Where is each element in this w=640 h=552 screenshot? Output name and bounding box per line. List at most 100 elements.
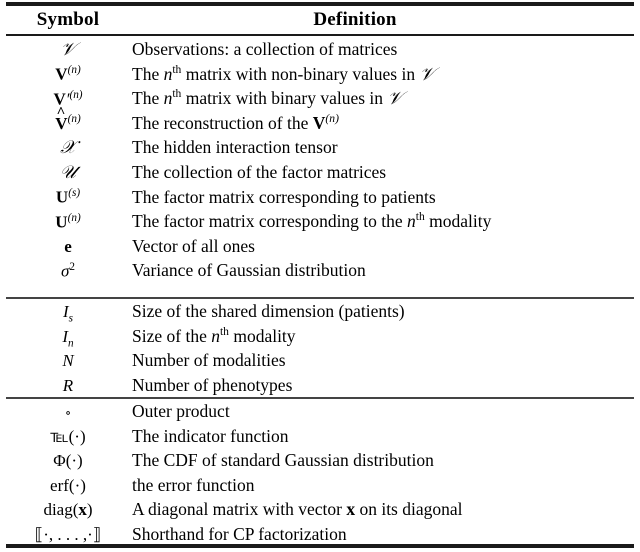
paren-close: ) (76, 211, 81, 224)
table-row: Is Size of the shared dimension (patient… (6, 301, 634, 326)
definition-text: Number of phenotypes (132, 374, 293, 395)
paren-close: ) (335, 112, 339, 125)
script-v-glyph: 𝒱 (419, 63, 435, 85)
subscript-s: s (68, 312, 74, 325)
script-x-glyph: 𝒳 (60, 137, 76, 159)
superscript-paren-n: (n) (69, 89, 82, 101)
table-row: U(n) The factor matrix corresponding to … (6, 211, 634, 236)
definition-text: Outer product (132, 401, 230, 421)
definition-text: The nth matrix with non-binary values in… (130, 64, 634, 85)
table-row: ℡(·) The indicator function (6, 426, 634, 451)
table-row: 𝒱 Observations: a collection of matrices (6, 39, 634, 64)
phi-glyph: Φ (53, 451, 66, 471)
erf-glyph: erf (50, 475, 69, 495)
table-row: N Number of modalities (6, 350, 634, 375)
definition-text: The reconstruction of the V(n) (130, 113, 634, 134)
table-row: Φ(·) The CDF of standard Gaussian distri… (6, 450, 634, 475)
script-v-glyph: 𝒱 (60, 39, 76, 60)
bold-v-glyph: V (55, 113, 68, 133)
bold-e-glyph: e (64, 236, 72, 256)
paren-close: ) (76, 186, 81, 199)
superscript-paren-n: (n) (68, 113, 81, 125)
paren-close: ) (76, 63, 81, 76)
table-row: e Vector of all ones (6, 236, 634, 261)
superscript-paren-s: (s) (68, 187, 80, 199)
definition-text: Size of the shared dimension (patients) (132, 301, 405, 321)
table-row: R Number of phenotypes (6, 375, 634, 400)
cp-close-bracket: ⟧ (92, 524, 102, 545)
table-row: 𝒳 The hidden interaction tensor (6, 137, 634, 162)
italic-n: n (407, 211, 416, 232)
symbol-phi-function: Φ(·) (6, 451, 130, 471)
definition-text: Vector of all ones (132, 235, 255, 256)
indicator-one-glyph: ℡ (50, 426, 69, 447)
ring-operator-glyph: ∘ (64, 405, 72, 420)
symbol-bold-v-prime-n: V′(n) (6, 89, 130, 110)
bold-v-glyph: V (55, 64, 68, 84)
table-row: In Size of the nth modality (6, 326, 634, 351)
definition-part: The reconstruction of the (132, 112, 313, 133)
table-group-tensors: 𝒱 Observations: a collection of matrices… (6, 39, 634, 285)
symbol-i-s: Is (6, 302, 130, 324)
definition-part: The factor matrix corresponding to the (132, 211, 408, 232)
bold-x-glyph: x (78, 500, 87, 520)
definition-text: the error function (132, 474, 255, 495)
paren-close: ) (77, 451, 83, 471)
table-row: V(n) The reconstruction of the V(n) (6, 113, 634, 138)
symbol-r: R (6, 376, 130, 396)
definition-part: The (132, 63, 164, 84)
notation-table: Symbol Definition 𝒱 Observations: a coll… (0, 0, 640, 552)
bold-u-glyph: U (55, 187, 69, 207)
definition-part: modality (228, 325, 296, 346)
table-group-operators: ∘ Outer product ℡(·) The indicator funct… (6, 401, 634, 549)
bold-u-glyph: U (55, 212, 68, 232)
column-header-symbol: Symbol (36, 8, 100, 30)
table-group-dimensions: Is Size of the shared dimension (patient… (6, 301, 634, 399)
sup-th: th (219, 325, 229, 338)
sup-th: th (172, 63, 182, 76)
symbol-bold-e: e (6, 237, 130, 257)
table-row: U(s) The factor matrix corresponding to … (6, 187, 634, 212)
italic-n: n (211, 325, 220, 346)
definition-part: on its diagonal (355, 499, 463, 520)
symbol-erf-function: erf(·) (6, 476, 130, 496)
diag-glyph: diag (43, 500, 73, 520)
bold-v-glyph: V (312, 112, 326, 133)
subscript-n: n (68, 336, 74, 349)
italic-n-capital: N (62, 351, 74, 371)
symbol-indicator-function: ℡(·) (6, 427, 130, 447)
bold-x-glyph: x (346, 499, 356, 520)
table-header-row: Symbol Definition (6, 6, 634, 33)
symbol-cp-brackets: ⟦·, . . . ,·⟧ (6, 525, 130, 545)
table-row: diag(x) A diagonal matrix with vector x … (6, 499, 634, 524)
symbol-diag-function: diag(x) (6, 500, 130, 520)
symbol-sigma-squared: σ2 (6, 261, 130, 282)
superscript-paren-n: (n) (68, 212, 81, 224)
sup-th: th (172, 88, 182, 101)
definition-text: The hidden interaction tensor (132, 137, 338, 158)
definition-text: Observations: a collection of matrices (132, 39, 398, 59)
definition-text: The nth matrix with binary values in 𝒱 (130, 88, 634, 109)
symbol-hat-v-n: V(n) (6, 113, 130, 134)
definition-part: A diagonal matrix with vector (132, 499, 347, 520)
definition-text: The CDF of standard Gaussian distributio… (132, 450, 434, 471)
symbol-bold-v-n: V(n) (6, 64, 130, 85)
table-row: 𝒰 The collection of the factor matrices (6, 162, 634, 187)
table-row: erf(·) the error function (6, 475, 634, 500)
table-mid-rule-1 (6, 297, 634, 299)
symbol-script-u: 𝒰 (6, 162, 130, 183)
table-row: ∘ Outer product (6, 401, 634, 426)
definition-part: The (132, 88, 164, 109)
superscript-paren-n: (n) (325, 113, 339, 125)
hat-accent: V (55, 114, 67, 134)
definition-text: The factor matrix corresponding to patie… (132, 186, 436, 207)
script-u-glyph: 𝒰 (59, 161, 77, 183)
cp-open-bracket: ⟦ (34, 524, 44, 545)
sup-th: th (415, 211, 425, 224)
definition-text: The factor matrix corresponding to the n… (130, 211, 634, 232)
symbol-bold-u-n: U(n) (6, 212, 130, 233)
definition-text: A diagonal matrix with vector x on its d… (130, 499, 634, 520)
italic-r-capital: R (62, 375, 74, 395)
paren-close: ) (79, 426, 86, 446)
definition-text: The indicator function (132, 425, 289, 446)
